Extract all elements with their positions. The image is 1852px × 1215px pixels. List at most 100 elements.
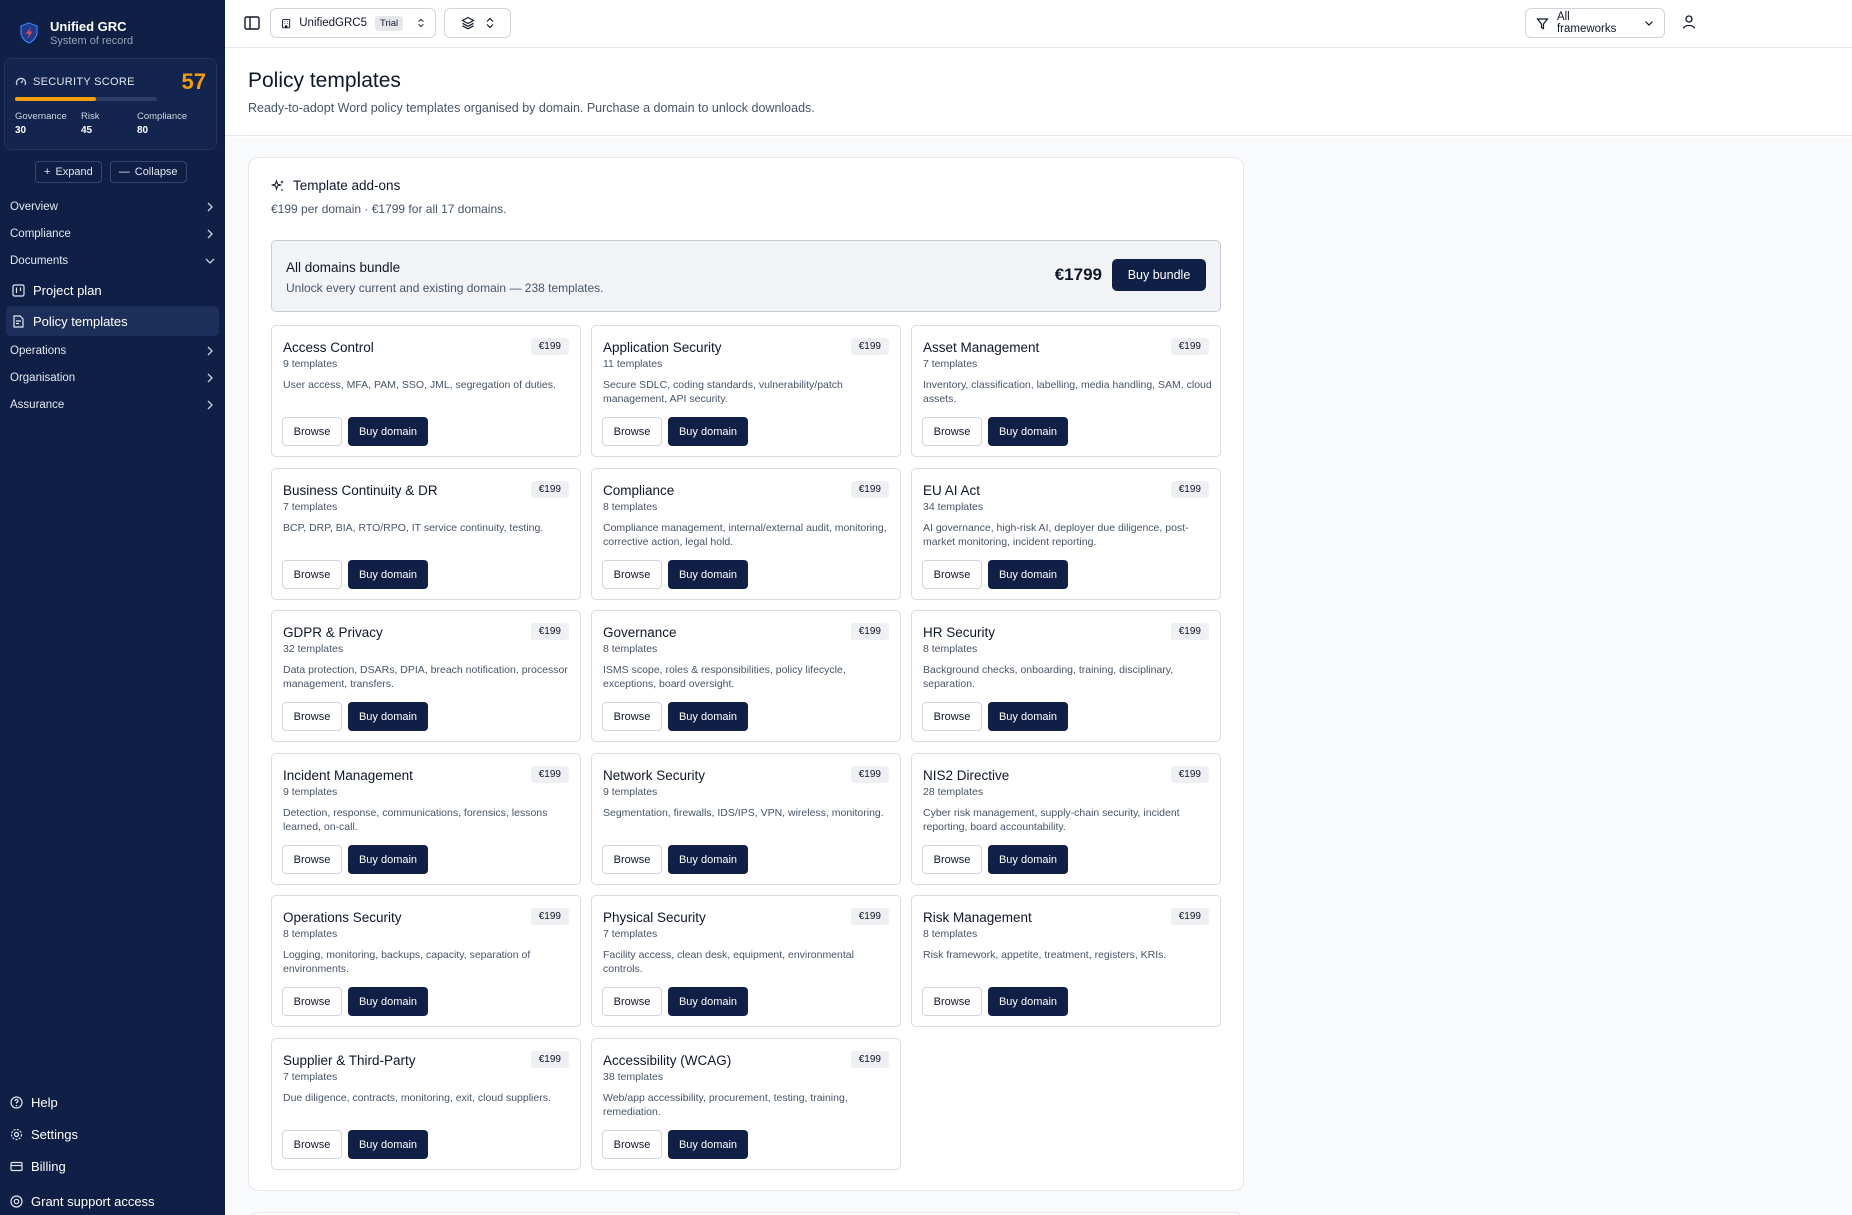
browse-button[interactable]: Browse [922, 560, 982, 589]
browse-button[interactable]: Browse [602, 987, 662, 1016]
buy-domain-button[interactable]: Buy domain [668, 417, 748, 446]
buy-domain-button[interactable]: Buy domain [668, 845, 748, 874]
frameworks-filter-label: All frameworks [1556, 11, 1617, 35]
file-template-icon [13, 314, 24, 328]
domain-price-badge: €199 [1170, 481, 1209, 498]
domain-template-count: 7 templates [923, 358, 978, 370]
domain-title: Risk Management [923, 910, 1032, 925]
domain-card: Accessibility (WCAG) 38 templates Web/app … [591, 1038, 901, 1170]
browse-button[interactable]: Browse [282, 702, 342, 731]
buy-domain-button[interactable]: Buy domain [348, 1130, 428, 1159]
plus-icon: + [44, 166, 51, 178]
sidebar-item-policy-templates[interactable]: Policy templates [6, 306, 219, 336]
domain-title: Operations Security [283, 910, 402, 925]
domain-title: Network Security [603, 768, 706, 783]
sidebar-group-organisation[interactable]: Organisation [0, 364, 225, 391]
sidebar-group-assurance[interactable]: Assurance [0, 391, 225, 418]
buy-domain-button[interactable]: Buy domain [348, 987, 428, 1016]
domain-template-count: 8 templates [603, 643, 658, 655]
browse-button[interactable]: Browse [922, 987, 982, 1016]
domain-title: Business Continuity & DR [283, 483, 438, 498]
topbar: UnifiedGRC5 Trial All frameworks [225, 0, 1852, 48]
domain-title: NIS2 Directive [923, 768, 1010, 783]
sidebar-item-project-plan[interactable]: Project plan [6, 275, 219, 305]
buy-domain-button[interactable]: Buy domain [988, 845, 1068, 874]
domain-card: Risk Management 8 templates Risk framework… [911, 895, 1221, 1027]
buy-domain-button[interactable]: Buy domain [348, 417, 428, 446]
domain-title: HR Security [923, 625, 996, 640]
domain-description: Data protection, DSARs, DPIA, breach not… [283, 664, 568, 690]
buy-domain-button[interactable]: Buy domain [988, 987, 1068, 1016]
domain-description: Background checks, onboarding, training,… [923, 664, 1174, 690]
browse-button[interactable]: Browse [282, 417, 342, 446]
user-icon[interactable] [1681, 14, 1697, 30]
browse-button[interactable]: Browse [922, 417, 982, 446]
domain-template-count: 7 templates [283, 1071, 338, 1083]
buy-domain-button[interactable]: Buy domain [668, 702, 748, 731]
security-score-card[interactable]: SECURITY SCORE 57 Governance 30 Risk 45 … [4, 58, 217, 150]
browse-button[interactable]: Browse [602, 1130, 662, 1159]
domain-template-count: 8 templates [283, 928, 338, 940]
buy-domain-button[interactable]: Buy domain [668, 1130, 748, 1159]
domain-price-badge: €199 [530, 338, 569, 355]
buy-domain-button[interactable]: Buy domain [988, 417, 1068, 446]
buy-domain-button[interactable]: Buy domain [348, 560, 428, 589]
domain-template-count: 28 templates [923, 786, 984, 798]
filter-icon [1536, 17, 1549, 29]
governance-value: 30 [15, 125, 27, 136]
sidebar-item-billing[interactable]: Billing [0, 1150, 225, 1182]
buy-bundle-button[interactable]: Buy bundle [1112, 259, 1206, 291]
browse-button[interactable]: Browse [602, 845, 662, 874]
domain-price-badge: €199 [1170, 623, 1209, 640]
browse-button[interactable]: Browse [282, 845, 342, 874]
browse-button[interactable]: Browse [602, 417, 662, 446]
buy-domain-button[interactable]: Buy domain [988, 560, 1068, 589]
buy-domain-button[interactable]: Buy domain [348, 702, 428, 731]
collapse-button[interactable]: — Collapse [109, 161, 187, 183]
browse-button[interactable]: Browse [922, 845, 982, 874]
domain-description: Due diligence, contracts, monitoring, ex… [283, 1092, 551, 1104]
sidebar-item-settings[interactable]: Settings [0, 1118, 225, 1150]
sidebar-item-help[interactable]: Help [0, 1086, 225, 1118]
trial-badge: Trial [375, 15, 404, 31]
domain-price-badge: €199 [850, 766, 889, 783]
security-score-bar-fill [15, 97, 96, 101]
browse-button[interactable]: Browse [282, 1130, 342, 1159]
sidebar-group-operations[interactable]: Operations [0, 337, 225, 364]
brand[interactable]: Unified GRC System of record [0, 0, 225, 52]
sidebar-item-grant-support[interactable]: Grant support access [0, 1185, 225, 1215]
gauge-icon [15, 77, 27, 86]
domain-card: Network Security 9 templates Segmentation,… [591, 753, 901, 885]
browse-button[interactable]: Browse [602, 560, 662, 589]
buy-domain-button[interactable]: Buy domain [348, 845, 428, 874]
main-content: Template add-ons €199 per domain · €1799… [225, 137, 1852, 1215]
browse-button[interactable]: Browse [282, 560, 342, 589]
expand-button[interactable]: + Expand [35, 161, 102, 183]
domain-price-badge: €199 [530, 1051, 569, 1068]
workspace-layer-select[interactable] [444, 8, 511, 38]
domain-card: Operations Security 8 templates Logging, m… [271, 895, 581, 1027]
domain-description: Facility access, clean desk, equipment, … [603, 949, 854, 975]
domain-card: Access Control 9 templates User access, MF… [271, 325, 581, 457]
sidebar-toggle-icon[interactable] [243, 14, 261, 32]
page-header: Policy templates Ready-to-adopt Word pol… [225, 49, 1852, 136]
buy-domain-button[interactable]: Buy domain [668, 987, 748, 1016]
domain-title: Physical Security [603, 910, 706, 925]
browse-button[interactable]: Browse [282, 987, 342, 1016]
buy-domain-button[interactable]: Buy domain [988, 702, 1068, 731]
domain-template-count: 8 templates [923, 643, 978, 655]
frameworks-filter[interactable]: All frameworks [1525, 8, 1665, 38]
domain-description: AI governance, high-risk AI, deployer du… [923, 522, 1189, 548]
governance-label: Governance [15, 111, 67, 122]
sidebar-group-compliance[interactable]: Compliance [0, 220, 225, 247]
browse-button[interactable]: Browse [602, 702, 662, 731]
organisation-select[interactable]: UnifiedGRC5 Trial [270, 8, 436, 38]
sidebar-group-overview[interactable]: Overview [0, 193, 225, 220]
browse-button[interactable]: Browse [922, 702, 982, 731]
domain-card: Asset Management 7 templates Inventory, cl… [911, 325, 1221, 457]
buy-domain-button[interactable]: Buy domain [668, 560, 748, 589]
template-addons-panel: Template add-ons €199 per domain · €1799… [248, 157, 1244, 1191]
sidebar-group-documents[interactable]: Documents [0, 247, 225, 274]
security-score-bar [15, 97, 157, 101]
domain-card: Supplier & Third-Party 7 templates Due dil… [271, 1038, 581, 1170]
